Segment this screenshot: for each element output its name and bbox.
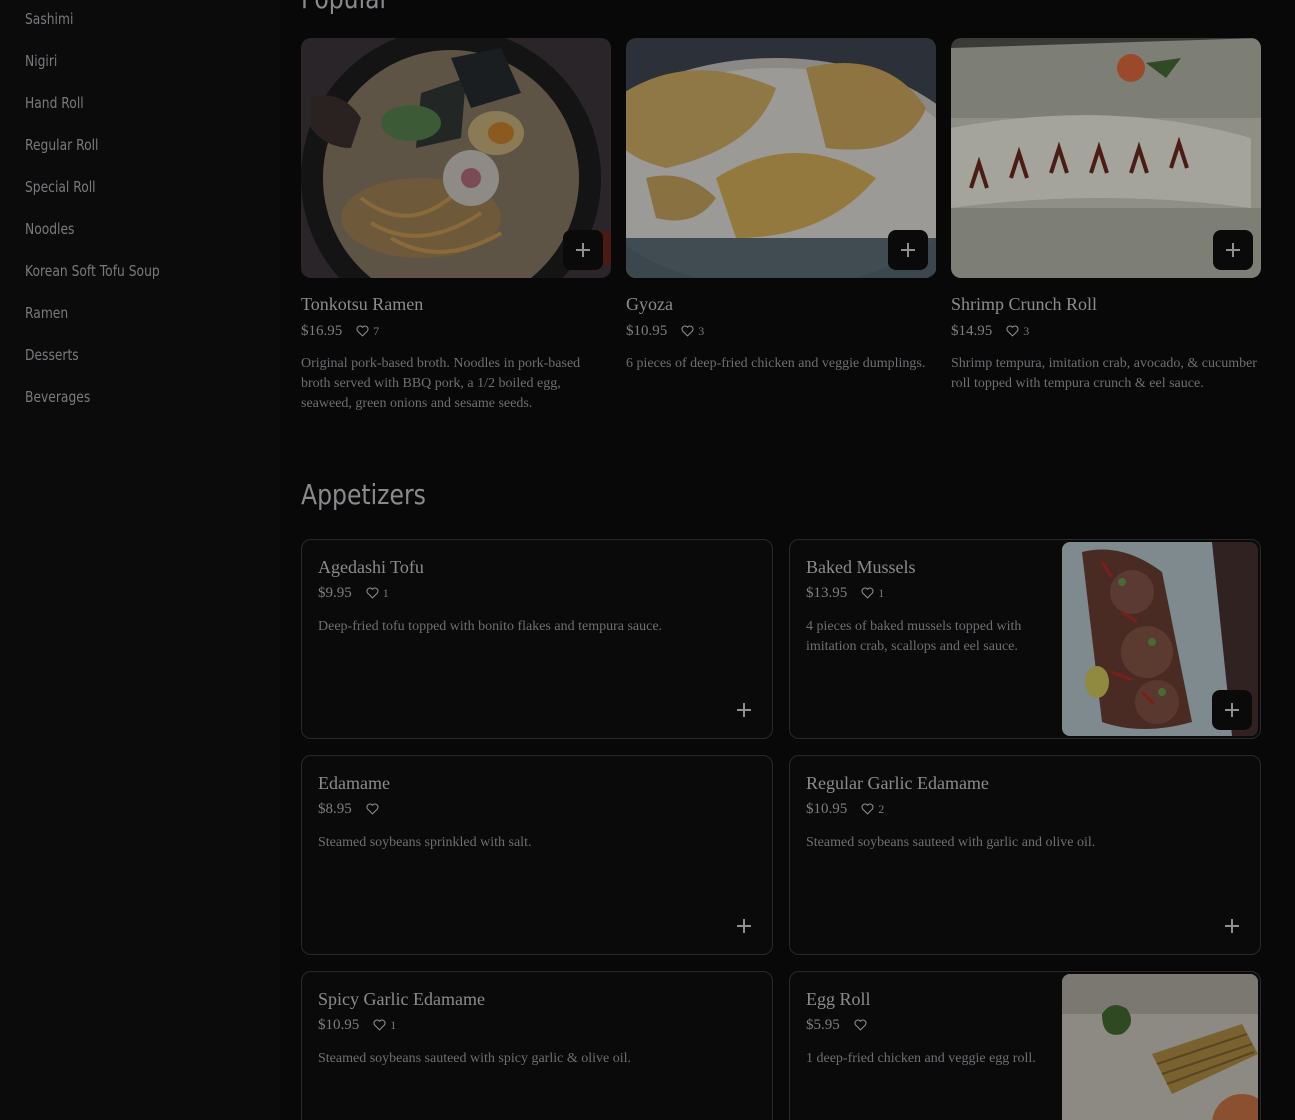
item-description: Steamed soybeans sauteed with garlic and… <box>806 835 1096 850</box>
like-button[interactable] <box>366 803 383 815</box>
menu-item-card[interactable]: Spicy Garlic Edamame $10.95 1 Steamed so… <box>301 971 773 1120</box>
item-price: $13.95 <box>806 584 848 601</box>
heart-icon <box>681 325 694 337</box>
sidebar-item-sashimi[interactable]: Sashimi <box>25 7 73 31</box>
like-count: 3 <box>1023 323 1030 338</box>
like-button[interactable]: 1 <box>373 1018 396 1033</box>
add-to-cart-button[interactable] <box>888 230 928 270</box>
item-price: $5.95 <box>806 1016 840 1033</box>
heart-icon <box>356 325 369 337</box>
add-to-cart-button[interactable] <box>1213 230 1253 270</box>
plus-icon <box>1225 919 1239 933</box>
menu-item-card[interactable]: Baked Mussels $13.95 1 4 pieces of baked… <box>789 539 1261 739</box>
sidebar-item-desserts[interactable]: Desserts <box>25 343 79 367</box>
item-name: Egg Roll <box>806 989 871 1009</box>
sidebar-item-regular-roll[interactable]: Regular Roll <box>25 133 98 157</box>
like-button[interactable]: 7 <box>356 324 379 339</box>
add-to-cart-button[interactable] <box>1212 906 1252 946</box>
item-description: Original pork-based broth. Noodles in po… <box>301 356 581 411</box>
popular-item-card[interactable]: Gyoza $10.95 3 6 pieces of deep-fried ch… <box>626 38 936 418</box>
item-name: Agedashi Tofu <box>318 557 424 577</box>
sidebar-item-hand-roll[interactable]: Hand Roll <box>25 91 84 115</box>
popular-section-title: Popular <box>301 0 389 15</box>
sidebar-item-beverages[interactable]: Beverages <box>25 385 90 409</box>
item-price: $10.95 <box>806 800 848 817</box>
item-name: Spicy Garlic Edamame <box>318 989 485 1009</box>
item-description: 6 pieces of deep-fried chicken and veggi… <box>626 356 926 371</box>
heart-icon <box>366 803 379 815</box>
item-description: Steamed soybeans sprinkled with salt. <box>318 835 532 850</box>
like-count: 2 <box>878 801 885 816</box>
plus-icon <box>737 703 751 717</box>
like-button[interactable]: 1 <box>861 586 884 601</box>
plus-icon <box>901 243 915 257</box>
sidebar-item-ramen[interactable]: Ramen <box>25 301 68 325</box>
plus-icon <box>1226 243 1240 257</box>
appetizers-section-title: Appetizers <box>301 478 426 511</box>
like-button[interactable]: 2 <box>861 802 884 817</box>
item-description: Shrimp tempura, imitation crab, avocado,… <box>951 356 1257 391</box>
add-to-cart-button[interactable] <box>724 906 764 946</box>
item-name: Tonkotsu Ramen <box>301 294 424 314</box>
item-price: $8.95 <box>318 800 352 817</box>
like-count: 1 <box>382 585 389 600</box>
menu-item-card[interactable]: Edamame $8.95 Steamed soybeans sprinkled… <box>301 755 773 955</box>
item-description: Deep-fried tofu topped with bonito flake… <box>318 619 663 634</box>
item-description: Steamed soybeans sauteed with spicy garl… <box>318 1051 631 1066</box>
add-to-cart-button[interactable] <box>563 230 603 270</box>
item-price: $14.95 <box>951 322 993 339</box>
sidebar-item-special-roll[interactable]: Special Roll <box>25 175 96 199</box>
item-name: Edamame <box>318 773 390 793</box>
plus-icon <box>737 919 751 933</box>
sidebar-item-noodles[interactable]: Noodles <box>25 217 74 241</box>
menu-item-card[interactable]: Regular Garlic Edamame $10.95 2 Steamed … <box>789 755 1261 955</box>
menu-item-card[interactable]: Agedashi Tofu $9.95 1 Deep-fried tofu to… <box>301 539 773 739</box>
item-name: Gyoza <box>626 294 673 314</box>
heart-icon <box>854 1019 867 1031</box>
item-price: $9.95 <box>318 584 352 601</box>
item-description: 4 pieces of baked mussels topped with im… <box>806 619 1022 654</box>
plus-icon <box>576 243 590 257</box>
sidebar-item-korean-soft-tofu-soup[interactable]: Korean Soft Tofu Soup <box>25 259 160 283</box>
popular-item-card[interactable]: Shrimp Crunch Roll $14.95 3 Shrimp tempu… <box>951 38 1261 418</box>
category-sidebar: Sashimi Nigiri Hand Roll Regular Roll Sp… <box>0 0 280 1120</box>
item-name: Baked Mussels <box>806 557 916 577</box>
heart-icon <box>861 587 874 599</box>
like-count: 3 <box>698 323 705 338</box>
item-name: Regular Garlic Edamame <box>806 773 989 793</box>
like-button[interactable]: 3 <box>1006 324 1029 339</box>
item-photo <box>1062 974 1258 1120</box>
like-count: 1 <box>878 585 885 600</box>
sidebar-item-nigiri[interactable]: Nigiri <box>25 49 57 73</box>
item-price: $16.95 <box>301 322 343 339</box>
like-count: 1 <box>390 1017 397 1032</box>
item-name: Shrimp Crunch Roll <box>951 294 1098 314</box>
item-price: $10.95 <box>626 322 668 339</box>
heart-icon <box>861 803 874 815</box>
menu-item-card[interactable]: Egg Roll $5.95 1 deep-fried chicken and … <box>789 971 1261 1120</box>
heart-icon <box>373 1019 386 1031</box>
like-count: 7 <box>373 323 380 338</box>
like-button[interactable]: 1 <box>366 586 389 601</box>
heart-icon <box>366 587 379 599</box>
add-to-cart-button[interactable] <box>1212 690 1252 730</box>
popular-item-card[interactable]: Tonkotsu Ramen $16.95 7 Original pork-ba… <box>301 38 611 418</box>
heart-icon <box>1006 325 1019 337</box>
plus-icon <box>1225 703 1239 717</box>
item-description: 1 deep-fried chicken and veggie egg roll… <box>806 1051 1036 1066</box>
item-price: $10.95 <box>318 1016 360 1033</box>
like-button[interactable]: 3 <box>681 324 704 339</box>
like-button[interactable] <box>854 1019 871 1031</box>
add-to-cart-button[interactable] <box>724 690 764 730</box>
